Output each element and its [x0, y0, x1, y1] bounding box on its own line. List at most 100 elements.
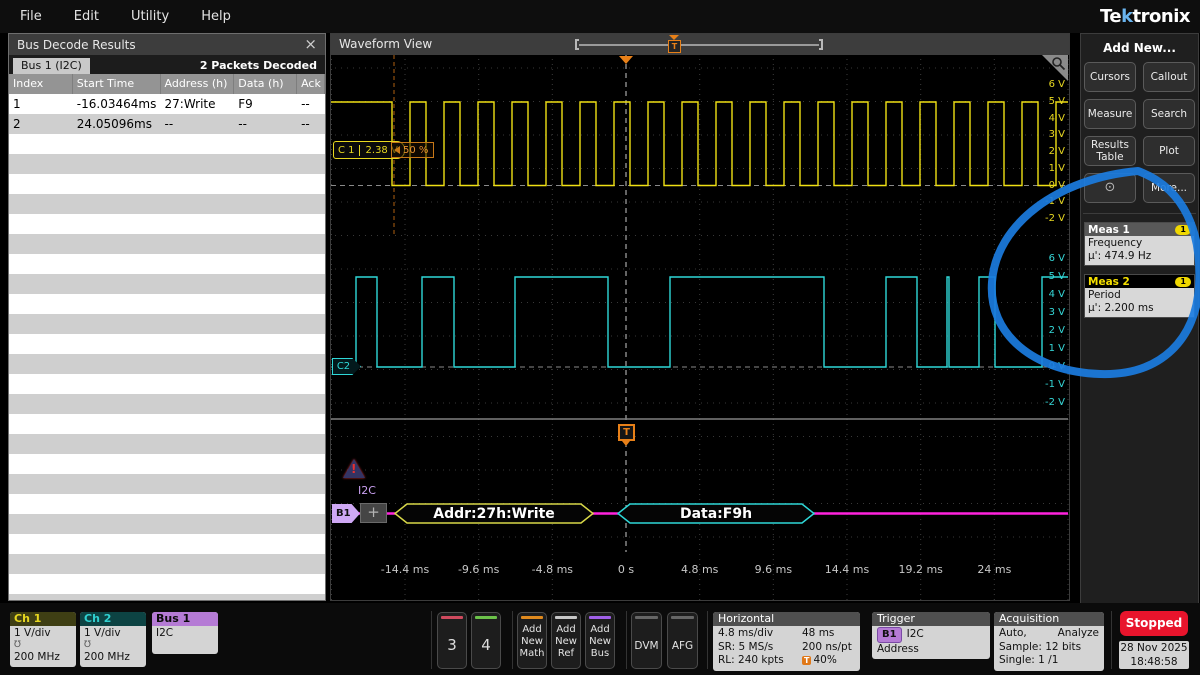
meas-header: Meas 1 1: [1085, 223, 1194, 236]
add-color-stripe: [589, 616, 611, 619]
trigger-card[interactable]: Trigger B1 I2C Address: [872, 612, 990, 659]
add-new-callout-button[interactable]: Callout: [1143, 62, 1195, 92]
afg-button[interactable]: AFG: [667, 612, 698, 669]
horizontal-card-body: 4.8 ms/div 48 ms SR: 5 MS/s 200 ns/pt RL: 24…: [713, 626, 860, 671]
logo-text-pre: Te: [1099, 6, 1122, 27]
ch1-badge-label: C 1: [334, 144, 360, 156]
ch2-scale-label: -2 V: [1045, 397, 1065, 408]
meas-value: µ': 2.200 ms: [1088, 302, 1154, 314]
zoom-corner[interactable]: [1042, 55, 1068, 81]
dvm-button[interactable]: DVM: [631, 612, 662, 669]
ch1-scale-label: -1 V: [1045, 196, 1065, 208]
column-header: Data (h): [234, 74, 298, 94]
ch1-scale-label: 2 V: [1048, 146, 1065, 157]
trigger-level-marker[interactable]: 50 %: [391, 142, 435, 158]
add-new-plot-button[interactable]: Plot: [1143, 136, 1195, 166]
bus1-type: I2C: [156, 627, 174, 639]
add-new-results-table-button[interactable]: Results Table: [1084, 136, 1136, 166]
tool-stripe: [635, 616, 658, 619]
bus1-card-label: Bus 1: [152, 612, 218, 626]
ch1-scale-label: -2 V: [1045, 213, 1065, 224]
pan-zoom-right-handle[interactable]: [819, 39, 823, 50]
add-new-bus-button[interactable]: Add New Bus: [585, 612, 615, 669]
datetime-display: 28 Nov 2025 18:48:58: [1119, 641, 1189, 669]
meas-card-2[interactable]: Meas 2 1 Period µ': 2.200 ms: [1084, 274, 1195, 318]
bus1-settings-card[interactable]: Bus 1 I2C: [152, 612, 218, 654]
ch1-settings-card[interactable]: Ch 1 1 V/div ℧ 200 MHz: [10, 612, 76, 667]
pan-zoom-track[interactable]: [579, 44, 819, 46]
bus-decode-results-panel: Bus Decode Results × Bus 1 (I2C) 2 Packe…: [8, 33, 326, 601]
trigger-card-title: Trigger: [872, 612, 990, 626]
add-new-search-button[interactable]: Search: [1143, 99, 1195, 129]
menu-item-utility[interactable]: Utility: [131, 9, 169, 24]
add-new-ref-button[interactable]: Add New Ref: [551, 612, 581, 669]
waveform-title-bar[interactable]: Waveform View T: [331, 34, 1069, 55]
ch1-bandwidth: 200 MHz: [14, 651, 60, 663]
trigger-position-icon[interactable]: [619, 56, 633, 64]
waveform-graticule[interactable]: Addr:27h:Write Data:F9h C 1 2.38 V 50 % …: [331, 55, 1069, 600]
waveform-title: Waveform View: [339, 37, 433, 51]
trigger-level-arrow-icon: [394, 146, 400, 154]
probe-icon: ℧: [14, 640, 21, 650]
add-new-icon-button[interactable]: ⊙: [1084, 173, 1136, 203]
source-badge: 1: [1175, 276, 1191, 287]
horizontal-cell: 200 ns/pt: [802, 640, 852, 653]
menu-item-file[interactable]: File: [20, 9, 42, 24]
bus-type-label: I2C: [358, 484, 376, 497]
table-row[interactable]: 2 24.05096ms -- -- --: [9, 114, 325, 134]
time-axis-label: 4.8 ms: [680, 563, 719, 576]
meas-card-1[interactable]: Meas 1 1 Frequency µ': 474.9 Hz: [1084, 222, 1195, 266]
ch2-waveform[interactable]: [332, 276, 1068, 368]
acquisition-card[interactable]: Acquisition Auto, Analyze Sample: 12 bit…: [994, 612, 1104, 671]
add-new-cursors-button[interactable]: Cursors: [1084, 62, 1136, 92]
ch1-scale-label: 5 V: [1048, 95, 1065, 107]
add-new-measure-button[interactable]: Measure: [1084, 99, 1136, 129]
time-axis-label: 19.2 ms: [898, 563, 943, 576]
trigger-source: I2C: [906, 628, 924, 640]
meas-type: Frequency: [1088, 237, 1143, 249]
add-new-more-button[interactable]: More...: [1143, 173, 1195, 203]
table-cell: F9: [238, 97, 253, 111]
acquisition-analyze: Analyze: [1057, 627, 1099, 639]
table-cell: 27:Write: [164, 97, 216, 111]
channel-button-label: 4: [481, 636, 491, 654]
probe-icon: ℧: [84, 640, 91, 650]
menu-item-help[interactable]: Help: [201, 9, 231, 24]
channel-4-button[interactable]: 4: [471, 612, 501, 669]
run-stop-button[interactable]: Stopped: [1120, 611, 1188, 636]
settings-bar: Ch 1 1 V/div ℧ 200 MHz Ch 2 1 V/div ℧ 20…: [0, 603, 1200, 675]
oscilloscope-screen: File Edit Utility Help Tektronix Bus Decode…: [0, 0, 1200, 675]
close-icon[interactable]: ×: [304, 37, 317, 52]
meas-value: µ': 474.9 Hz: [1088, 250, 1152, 262]
bar-divider: [1111, 611, 1112, 669]
results-panel-title-bar[interactable]: Bus Decode Results ×: [9, 34, 325, 55]
tool-stripe: [671, 616, 694, 619]
horizontal-cell: 4.8 ms/div: [718, 627, 774, 639]
waveform-canvas: Addr:27h:Write Data:F9h: [331, 55, 1069, 600]
date-text: 28 Nov 2025: [1120, 642, 1188, 654]
channel-3-button[interactable]: 3: [437, 612, 467, 669]
table-body[interactable]: 1 -16.03464ms 27:Write F9 -- 2 24.05096ms -- -- -…: [9, 94, 325, 600]
results-panel-title: Bus Decode Results: [17, 37, 136, 52]
tab-bus1-i2c[interactable]: Bus 1 (I2C): [13, 58, 90, 74]
minimap-trigger-marker[interactable]: T: [668, 40, 681, 53]
menu-item-edit[interactable]: Edit: [74, 9, 99, 24]
table-row[interactable]: 1 -16.03464ms 27:Write F9 --: [9, 94, 325, 114]
time-axis-label: -4.8 ms: [531, 563, 574, 576]
warning-icon[interactable]: !: [343, 459, 365, 478]
bar-divider: [512, 611, 513, 669]
ch2-scale-label: 1 V: [1048, 343, 1065, 354]
pan-zoom-left-handle[interactable]: [575, 39, 579, 50]
measurement-list: Meas 1 1 Frequency µ': 474.9 Hz Meas 2 1 Perio…: [1081, 222, 1198, 318]
trigger-time-marker[interactable]: T: [618, 424, 635, 441]
horizontal-card[interactable]: Horizontal 4.8 ms/div 48 ms SR: 5 MS/s 200 …: [713, 612, 860, 671]
table-cell: -16.03464ms: [76, 97, 157, 111]
bar-divider: [626, 611, 627, 669]
ch2-settings-card[interactable]: Ch 2 1 V/div ℧ 200 MHz: [80, 612, 146, 667]
tool-button-label: DVM: [634, 640, 659, 652]
horizontal-cell: RL: 240 kpts: [718, 654, 784, 666]
trigger-level-label: 50 %: [403, 144, 429, 156]
add-new-math-button[interactable]: Add New Math: [517, 612, 547, 669]
table-cell: --: [238, 117, 247, 131]
crosshair-handle[interactable]: +: [360, 503, 387, 523]
